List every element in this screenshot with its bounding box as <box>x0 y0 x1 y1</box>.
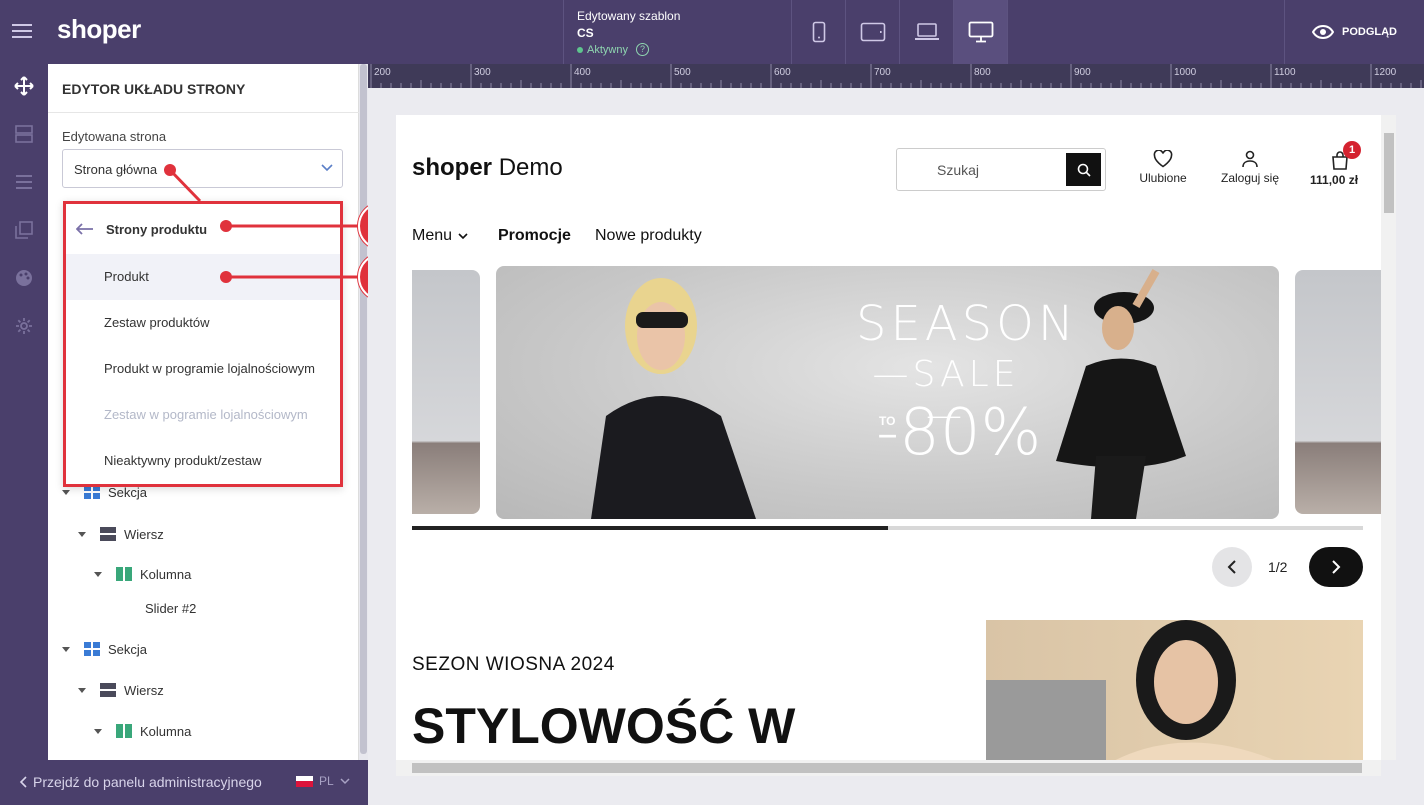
chevron-right-icon <box>1332 560 1341 574</box>
cart-link[interactable]: 111,00 zł <box>1310 150 1370 187</box>
ruler-tick-label: 800 <box>974 67 991 78</box>
chevron-left-icon <box>1227 560 1236 574</box>
slider-prev-slide <box>412 270 480 514</box>
model-photo <box>986 620 1363 760</box>
cart-count-badge: 1 <box>1343 141 1361 159</box>
search-input[interactable]: Szukaj <box>937 162 979 178</box>
admin-panel-link[interactable]: Przejdź do panelu administracyjnego <box>19 774 262 790</box>
bottom-bar: Przejdź do panelu administracyjnego PL <box>0 760 368 805</box>
chevron-down-icon <box>340 778 350 785</box>
chevron-left-icon <box>19 776 27 788</box>
season-label: SEZON WIOSNA 2024 <box>412 654 615 675</box>
store-logo[interactable]: shoper Demo <box>412 154 563 182</box>
nav-new-products[interactable]: Nowe produkty <box>595 227 702 245</box>
ruler-tick-label: 500 <box>674 67 691 78</box>
search-button[interactable] <box>1066 153 1101 186</box>
ruler-tick-label: 900 <box>1074 67 1091 78</box>
ruler-tick-label: 1100 <box>1274 67 1296 78</box>
ruler-tick-label: 1200 <box>1374 67 1397 78</box>
flag-pl-icon <box>296 775 313 787</box>
store-search[interactable]: Szukaj <box>896 148 1106 191</box>
heart-icon <box>1153 149 1173 168</box>
ruler-tick-label: 300 <box>474 67 491 78</box>
slider-banner[interactable]: SEASON —SALE— TO -80% <box>496 266 1279 519</box>
preview-vertical-scrollbar[interactable] <box>1381 115 1396 760</box>
search-icon <box>1077 163 1091 177</box>
ruler-tick-label: 1000 <box>1174 67 1197 78</box>
ruler-tick-label: 400 <box>574 67 591 78</box>
headline: STYLOWOŚĆ W <box>412 698 796 754</box>
login-link[interactable]: Zaloguj się <box>1218 150 1282 185</box>
ruler-tick-label: 200 <box>374 67 391 78</box>
slider-progress <box>412 526 1363 530</box>
chevron-down-icon <box>458 233 468 240</box>
slider-next-button[interactable] <box>1309 547 1363 587</box>
user-icon <box>1242 150 1258 168</box>
preview-horizontal-scrollbar[interactable] <box>396 760 1381 776</box>
language-select[interactable]: PL <box>296 774 350 788</box>
slider-prev-button[interactable] <box>1212 547 1252 587</box>
ruler-tick-label: 600 <box>774 67 791 78</box>
banner-percent: -80% <box>876 396 1042 470</box>
slider-counter: 1/2 <box>1268 559 1288 575</box>
store-preview: shoper Demo Szukaj Ulubione Zaloguj się … <box>396 115 1381 760</box>
nav-promotions[interactable]: Promocje <box>498 227 571 245</box>
banner-line1: SEASON <box>856 296 1078 352</box>
nav-menu[interactable]: Menu <box>412 227 468 245</box>
ruler: 200 300 400 500 600 700 800 900 1000 1100 1200 <box>368 64 1424 88</box>
slider-next-slide <box>1295 270 1381 514</box>
ruler-tick-label: 700 <box>874 67 891 78</box>
favorites-link[interactable]: Ulubione <box>1136 149 1190 185</box>
